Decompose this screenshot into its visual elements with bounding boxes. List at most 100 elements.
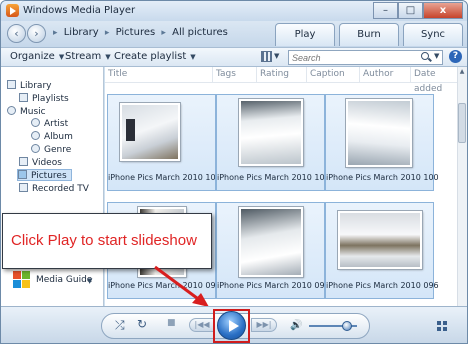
playback-controls-bar: ⤮ ↻ ■ |◀◀ ▶▶| 🔊 <box>1 306 467 343</box>
media-player-app-icon <box>6 4 19 17</box>
column-header-author[interactable]: Author <box>360 67 411 82</box>
breadcrumb-all-pictures[interactable]: All pictures <box>172 27 228 38</box>
tab-burn[interactable]: Burn <box>339 23 399 46</box>
scrollbar-thumb[interactable] <box>458 103 466 143</box>
switch-to-now-playing-icon[interactable] <box>437 321 447 331</box>
picture-tile[interactable]: iPhone Pics March 2010 097 <box>216 202 330 299</box>
sidebar-item-library[interactable]: Library <box>7 80 51 92</box>
close-button[interactable]: x <box>423 2 463 19</box>
chevron-down-icon: ▼ <box>105 53 111 61</box>
breadcrumb-separator: ▸ <box>104 28 110 38</box>
callout-text: Click Play to start slideshow <box>11 232 197 249</box>
column-header-tags[interactable]: Tags <box>213 67 257 82</box>
organize-label: Organize <box>10 51 55 62</box>
breadcrumb-library[interactable]: Library <box>64 27 99 38</box>
picture-caption: iPhone Pics March 2010 101 <box>217 173 330 182</box>
navigation-pane: Library Playlists Music Artist Album Gen… <box>1 67 104 306</box>
picture-tile[interactable]: iPhone Pics March 2010 102 <box>107 94 221 191</box>
picture-tile[interactable]: iPhone Pics March 2010 096 <box>325 202 439 299</box>
volume-icon[interactable]: 🔊 <box>290 320 302 331</box>
header-divider <box>105 82 457 83</box>
view-options-icon[interactable] <box>261 51 272 62</box>
sidebar-item-recorded-tv[interactable]: Recorded TV <box>19 183 89 195</box>
sidebar-item-artist[interactable]: Artist <box>31 118 68 130</box>
address-bar: ‹ › ▸ Library ▸ Pictures ▸ All pictures … <box>1 21 467 47</box>
sidebar-item-album[interactable]: Album <box>31 131 73 143</box>
chevron-down-icon[interactable]: ▼ <box>87 277 92 285</box>
minimize-button[interactable]: – <box>373 2 398 19</box>
sidebar-item-videos[interactable]: Videos <box>19 157 62 169</box>
instruction-callout: Click Play to start slideshow <box>2 213 212 269</box>
scroll-up-icon[interactable]: ▲ <box>458 68 466 76</box>
breadcrumb-separator: ▸ <box>161 28 166 38</box>
organize-menu[interactable]: Organize ▼ <box>10 51 64 62</box>
toolbar: Organize▼ Stream▼ Create playlist▼ ▼ ▼ ? <box>1 47 467 67</box>
picture-icon <box>18 170 27 179</box>
media-player-window: Windows Media Player – □ x ‹ › ▸ Library… <box>0 0 468 344</box>
playlist-icon <box>19 93 28 102</box>
repeat-button[interactable]: ↻ <box>137 317 147 331</box>
sidebar-item-label: Library <box>20 81 52 91</box>
sidebar-item-label: Music <box>20 107 46 117</box>
library-icon <box>7 80 16 89</box>
sidebar-item-label: Pictures <box>31 171 67 181</box>
column-header-date-added[interactable]: Date added <box>411 67 457 94</box>
sidebar-item-playlists[interactable]: Playlists <box>19 93 69 105</box>
picture-tile[interactable]: iPhone Pics March 2010 100 <box>325 94 439 191</box>
chevron-down-icon[interactable]: ▼ <box>274 52 279 60</box>
next-button[interactable]: ▶▶| <box>251 318 277 332</box>
previous-button[interactable]: |◀◀ <box>189 318 215 332</box>
artist-icon <box>31 118 40 127</box>
sidebar-item-label: Videos <box>32 158 62 168</box>
sidebar-item-pictures[interactable]: Pictures <box>17 169 72 181</box>
tab-sync[interactable]: Sync <box>403 23 463 46</box>
picture-caption: iPhone Pics March 2010 097 <box>217 281 330 290</box>
window-title: Windows Media Player <box>23 5 136 16</box>
breadcrumb: ▸ Library ▸ Pictures ▸ All pictures <box>53 27 231 38</box>
sidebar-item-label: Genre <box>44 145 72 155</box>
title-bar: Windows Media Player – □ x <box>1 1 467 21</box>
column-header-caption[interactable]: Caption <box>307 67 360 82</box>
sidebar-item-label: Playlists <box>32 94 69 104</box>
photo-thumbnail <box>346 99 412 167</box>
column-header-rating[interactable]: Rating <box>257 67 307 82</box>
stream-label: Stream <box>65 51 102 62</box>
tab-play[interactable]: Play <box>275 23 335 46</box>
media-guide-link[interactable]: Media Guide <box>36 275 92 285</box>
picture-caption: iPhone Pics March 2010 102 <box>108 173 221 182</box>
forward-button[interactable]: › <box>27 24 46 43</box>
breadcrumb-separator: ▸ <box>53 28 58 38</box>
sidebar-item-label: Album <box>44 132 73 142</box>
tab-strip: Play Burn Sync <box>271 23 463 46</box>
red-arrow-annotation <box>154 265 209 307</box>
album-icon <box>31 131 40 140</box>
breadcrumb-pictures[interactable]: Pictures <box>116 27 156 38</box>
picture-caption: iPhone Pics March 2010 100 <box>326 173 439 182</box>
stop-button[interactable]: ■ <box>167 318 176 328</box>
window-controls: – □ x <box>373 2 463 19</box>
search-icon[interactable] <box>421 52 429 60</box>
search-input[interactable] <box>288 50 443 65</box>
picture-tile[interactable]: iPhone Pics March 2010 101 <box>216 94 330 191</box>
photo-thumbnail <box>120 103 180 161</box>
windows-logo-icon <box>13 271 31 289</box>
chevron-down-icon: ▼ <box>58 53 65 61</box>
photo-thumbnail <box>239 99 303 166</box>
maximize-button[interactable]: □ <box>398 2 423 19</box>
play-button[interactable] <box>217 311 246 340</box>
create-playlist-menu[interactable]: Create playlist ▼ <box>114 51 196 62</box>
shuffle-button[interactable]: ⤮ <box>115 318 125 333</box>
sidebar-item-genre[interactable]: Genre <box>31 144 71 156</box>
column-header-title[interactable]: Title <box>105 67 213 82</box>
back-button[interactable]: ‹ <box>7 24 26 43</box>
photo-thumbnail <box>338 211 422 269</box>
sidebar-item-label: Artist <box>44 119 69 129</box>
video-icon <box>19 157 28 166</box>
vertical-scrollbar[interactable]: ▲ <box>457 67 467 306</box>
help-icon[interactable]: ? <box>449 50 462 63</box>
chevron-down-icon[interactable]: ▼ <box>434 52 439 60</box>
genre-icon <box>31 144 40 153</box>
chevron-down-icon: ▼ <box>190 53 196 61</box>
stream-menu[interactable]: Stream ▼ <box>65 51 111 62</box>
sidebar-item-music[interactable]: Music <box>7 106 46 118</box>
